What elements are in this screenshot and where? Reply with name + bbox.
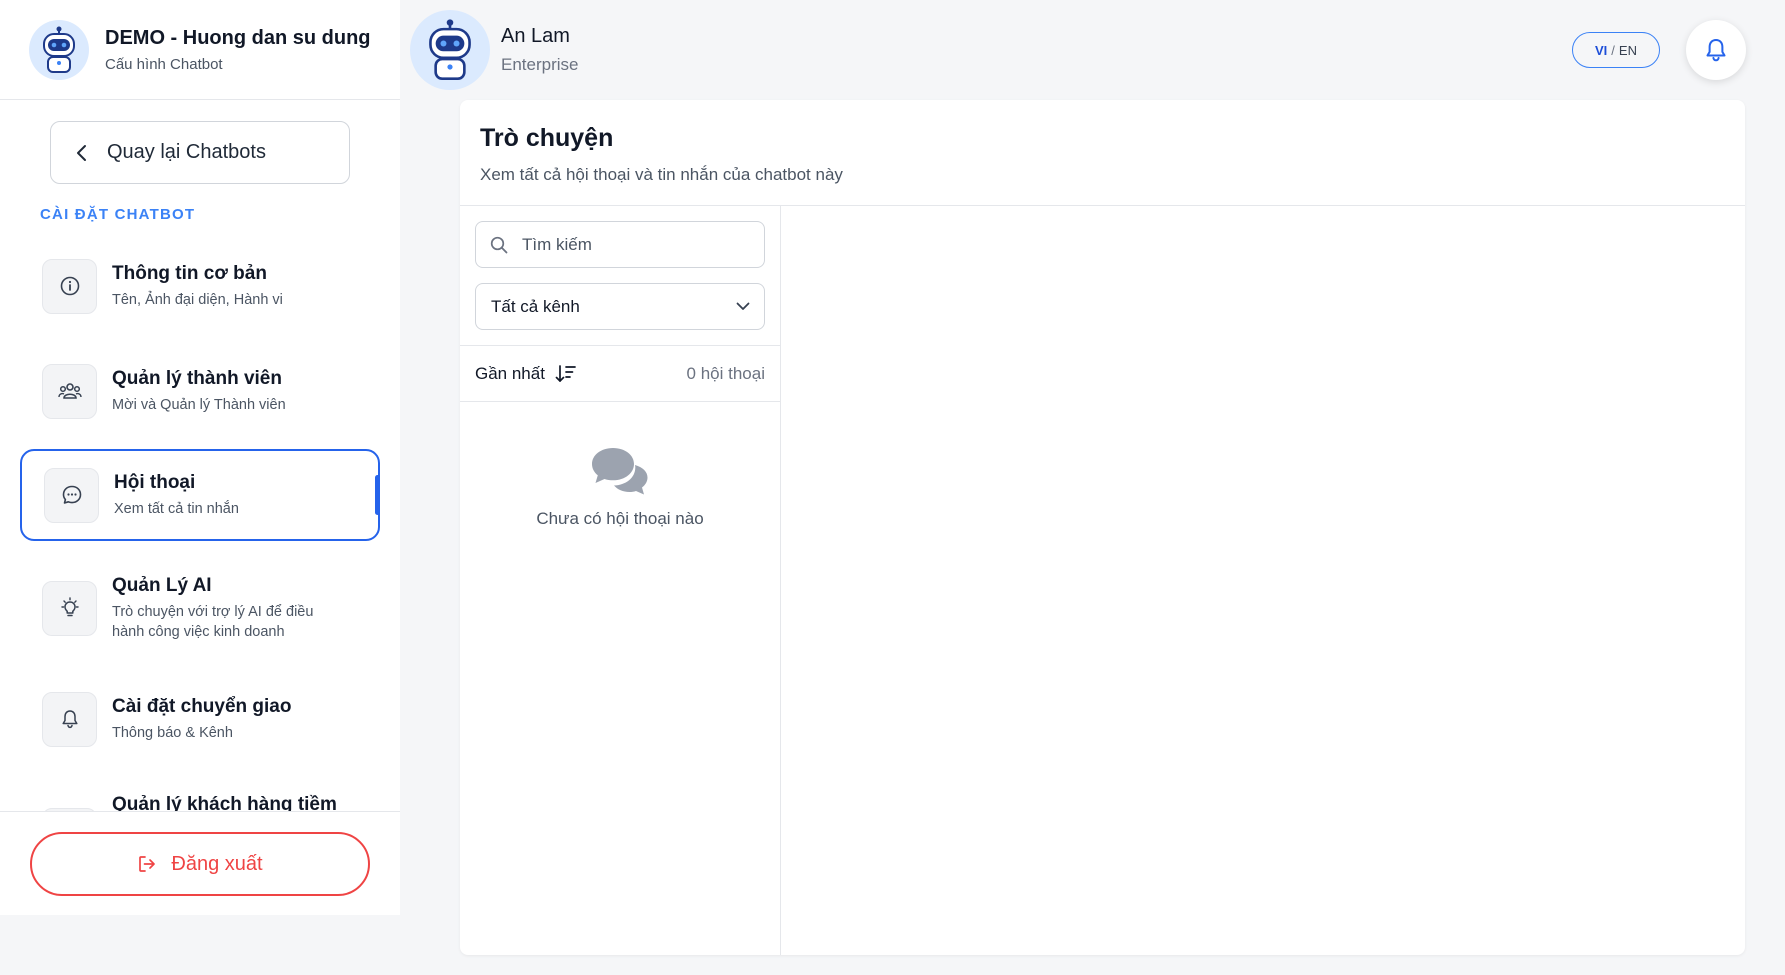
card-header: Trò chuyện Xem tất cả hội thoại và tin n… [460, 100, 1745, 206]
info-icon [42, 258, 97, 314]
lang-separator: / [1611, 42, 1615, 58]
sidebar-item-basic-info[interactable]: Thông tin cơ bản Tên, Ảnh đại diện, Hành… [20, 240, 380, 332]
empty-state-text: Chưa có hội thoại nào [536, 509, 704, 528]
sidebar-item-handover-settings[interactable]: Cài đặt chuyển giao Thông báo & Kênh [20, 673, 380, 765]
bell-icon [1706, 38, 1726, 62]
sidebar-item-subtitle: Trò chuyện với trợ lý AI để điều hành cô… [112, 603, 314, 640]
sidebar-item-title: Quản Lý AI [112, 574, 212, 596]
back-button-label: Quay lại Chatbots [107, 141, 266, 163]
sidebar-item-members[interactable]: Quản lý thành viên Mời và Quản lý Thành … [20, 345, 380, 437]
search-icon [490, 236, 508, 253]
search-input[interactable] [522, 234, 742, 255]
chatbot-avatar [29, 19, 89, 80]
back-to-chatbots-button[interactable]: Quay lại Chatbots [50, 121, 350, 184]
sidebar-subtitle: Cấu hình Chatbot [105, 55, 223, 73]
sidebar-footer: Đăng xuất [0, 811, 400, 915]
sidebar-item-title: Quản lý khách hàng tiềm [112, 794, 337, 811]
chevron-down-icon [736, 302, 750, 310]
robot-icon [43, 26, 75, 73]
notifications-button[interactable] [1686, 20, 1746, 80]
user-plan: Enterprise [501, 55, 579, 74]
lightbulb-icon [42, 580, 97, 636]
sidebar-item-title: Cài đặt chuyển giao [112, 695, 292, 717]
sort-descending-icon [555, 364, 576, 382]
sort-button[interactable]: Gần nhất [475, 364, 577, 384]
sidebar-header: DEMO - Huong dan su dung Cấu hình Chatbo… [0, 0, 400, 100]
sidebar: DEMO - Huong dan su dung Cấu hình Chatbo… [0, 0, 400, 915]
user-name: An Lam [501, 25, 570, 47]
logout-icon [139, 856, 156, 872]
chevron-left-icon [77, 144, 86, 161]
conversations-panel: Trò chuyện Xem tất cả hội thoại và tin n… [460, 100, 1745, 955]
sidebar-item-subtitle: Tên, Ảnh đại diện, Hành vi [112, 291, 283, 308]
channel-select-value: Tất cả kênh [491, 296, 580, 316]
user-avatar [410, 10, 490, 90]
sidebar-item-subtitle: Mời và Quản lý Thành viên [112, 396, 286, 413]
section-label: CÀI ĐẶT CHATBOT [40, 206, 196, 223]
search-box[interactable] [475, 221, 765, 268]
lang-en[interactable]: EN [1619, 43, 1637, 58]
sidebar-item-title: Quản lý thành viên [112, 367, 282, 389]
empty-state: Chưa có hội thoại nào [460, 446, 780, 529]
bell-icon [42, 691, 97, 747]
sidebar-item-title: Hội thoại [114, 471, 196, 493]
lang-vi[interactable]: VI [1595, 43, 1607, 58]
logout-label: Đăng xuất [171, 852, 263, 875]
chat-bubbles-icon [592, 448, 648, 495]
sidebar-item-subtitle: Thông báo & Kênh [112, 724, 233, 741]
conversation-count: 0 hội thoại [686, 363, 765, 383]
sidebar-item-ai-manager[interactable]: Quản Lý AI Trò chuyện với trợ lý AI để đ… [20, 562, 380, 654]
page-title: Trò chuyện [480, 124, 614, 152]
robot-icon [429, 19, 471, 80]
page-subtitle: Xem tất cả hội thoại và tin nhắn của cha… [480, 165, 843, 184]
sidebar-item-subtitle: Xem tất cả tin nhắn [114, 500, 239, 517]
sidebar-item-leads[interactable]: Quản lý khách hàng tiềm [0, 790, 400, 811]
sidebar-item-conversations[interactable]: Hội thoại Xem tất cả tin nhắn [20, 449, 380, 541]
users-icon [42, 363, 97, 419]
channel-select[interactable]: Tất cả kênh [475, 283, 765, 330]
language-toggle[interactable]: VI / EN [1572, 32, 1660, 68]
sort-row: Gần nhất 0 hội thoại [460, 345, 780, 402]
conversation-list-panel: Tất cả kênh Gần nhất 0 hội thoại [460, 206, 781, 955]
sort-label: Gần nhất [475, 363, 545, 383]
logout-button[interactable]: Đăng xuất [30, 832, 370, 896]
chat-bubble-icon [44, 467, 99, 523]
chatbot-name: DEMO - Huong dan su dung [105, 26, 371, 49]
user-profile[interactable]: An Lam Enterprise [410, 10, 578, 90]
sidebar-item-title: Thông tin cơ bản [112, 262, 267, 284]
